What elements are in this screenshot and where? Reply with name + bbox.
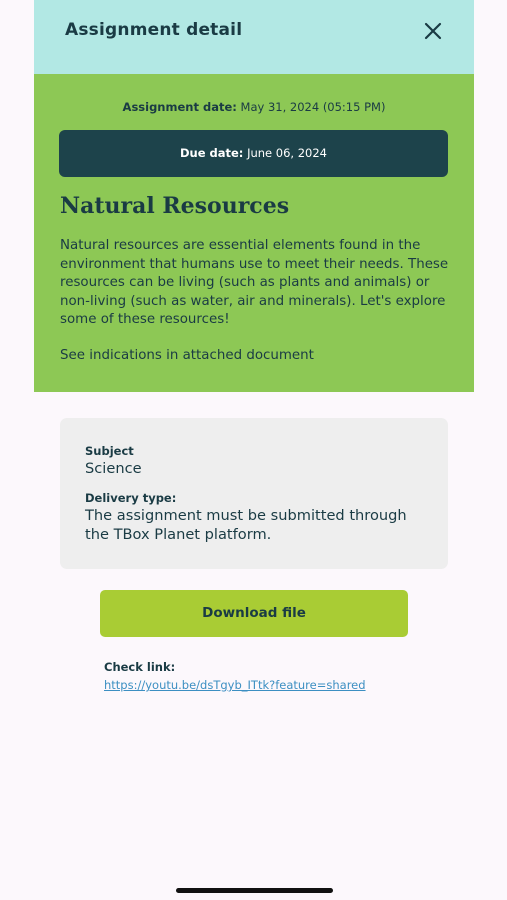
download-file-button[interactable]: Download file	[100, 590, 408, 637]
subject-value: Science	[85, 460, 142, 477]
subject-label: Subject	[85, 444, 134, 458]
home-indicator[interactable]	[176, 888, 333, 893]
due-date-box: Due date: June 06, 2024	[59, 130, 448, 177]
assignment-summary-panel: Assignment date: May 31, 2024 (05:15 PM)…	[34, 74, 474, 392]
assignment-date: Assignment date: May 31, 2024 (05:15 PM)	[34, 100, 474, 114]
modal-header: Assignment detail	[34, 0, 474, 74]
assignment-detail-modal: Assignment detail Assignment date: May 3…	[34, 0, 474, 392]
due-date-value: June 06, 2024	[247, 146, 327, 160]
due-date-label: Due date:	[179, 146, 244, 160]
assignment-date-value: May 31, 2024 (05:15 PM)	[240, 100, 386, 114]
close-icon[interactable]	[422, 20, 444, 42]
modal-title: Assignment detail	[65, 20, 243, 40]
check-link-url[interactable]: https://youtu.be/dsTgyb_ITtk?feature=sha…	[104, 678, 366, 692]
assignment-description: Natural resources are essential elements…	[60, 238, 449, 328]
assignment-info-card: Subject Science Delivery type: The assig…	[60, 418, 448, 569]
assignment-title: Natural Resources	[60, 193, 290, 219]
screen: Assignment detail Assignment date: May 3…	[0, 0, 507, 900]
assignment-date-label: Assignment date:	[122, 100, 237, 114]
delivery-type-label: Delivery type:	[85, 491, 177, 505]
delivery-type-value: The assignment must be submitted through…	[85, 507, 407, 543]
assignment-indications: See indications in attached document	[60, 348, 314, 363]
check-link-label: Check link:	[104, 660, 176, 674]
